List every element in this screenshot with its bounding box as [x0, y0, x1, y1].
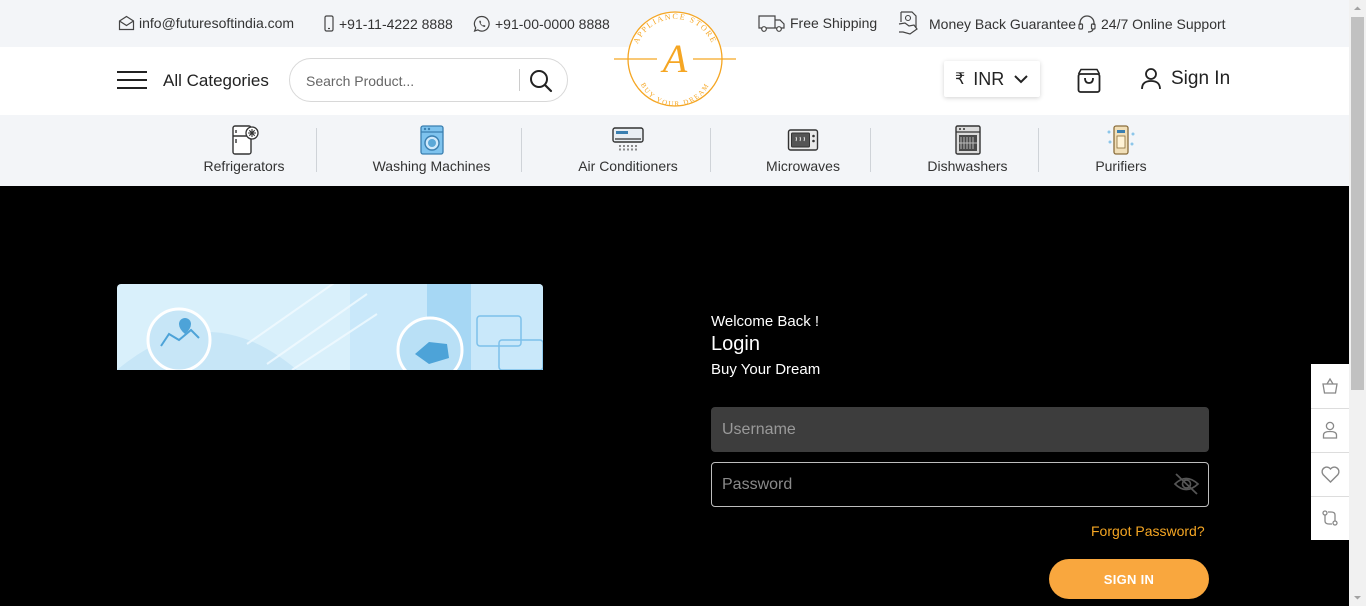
- money-back-info: Money Back Guarantee: [897, 10, 1076, 37]
- category-divider: [870, 128, 871, 172]
- whatsapp-icon: [473, 15, 490, 32]
- logo-emblem: A APPLIANCE STORE BUY YOUR DREAM: [614, 11, 736, 108]
- whatsapp-contact[interactable]: +91-00-0000 8888: [473, 15, 610, 33]
- support-info: 24/7 Online Support: [1077, 15, 1226, 33]
- welcome-text: Welcome Back !: [711, 313, 820, 330]
- dishwasher-icon: [954, 125, 981, 155]
- category-divider: [521, 128, 522, 172]
- username-field[interactable]: [711, 407, 1209, 452]
- compare-icon: [1322, 510, 1338, 526]
- category-label: Refrigerators: [203, 158, 285, 174]
- search-divider: [519, 69, 520, 91]
- search-input[interactable]: [304, 69, 508, 93]
- quick-actions-panel: [1311, 364, 1349, 540]
- category-label: Purifiers: [1095, 158, 1147, 174]
- user-icon: [1322, 421, 1338, 439]
- logo-letter: A: [660, 36, 688, 81]
- whatsapp-text: +91-00-0000 8888: [495, 16, 610, 32]
- login-tagline: Buy Your Dream: [711, 361, 821, 378]
- quick-compare-button[interactable]: [1311, 496, 1349, 540]
- sign-in-link[interactable]: Sign In: [1141, 68, 1230, 90]
- sign-in-button[interactable]: SIGN IN: [1049, 559, 1209, 599]
- mobile-phone-icon: [324, 15, 334, 32]
- headset-icon: [1078, 15, 1096, 33]
- quick-wishlist-button[interactable]: [1311, 452, 1349, 496]
- phone-contact[interactable]: +91-11-4222 8888: [323, 15, 453, 32]
- category-label: Dishwashers: [927, 158, 1008, 174]
- email-contact[interactable]: info@futuresoftindia.com: [118, 15, 294, 31]
- search-box: [289, 58, 568, 102]
- support-text: 24/7 Online Support: [1101, 16, 1226, 32]
- money-back-icon: [898, 11, 918, 35]
- shopping-bag-icon[interactable]: [1077, 68, 1101, 94]
- password-field[interactable]: [711, 462, 1209, 507]
- microwave-icon: [787, 129, 819, 151]
- category-divider: [1038, 128, 1039, 172]
- cart-icon: [1322, 377, 1338, 394]
- category-microwaves[interactable]: Microwaves: [765, 124, 841, 174]
- all-categories-link[interactable]: All Categories: [163, 71, 269, 91]
- sign-in-label: Sign In: [1171, 68, 1231, 89]
- eye-slash-icon[interactable]: [1173, 472, 1200, 496]
- category-bar: Refrigerators Washing Machines Air Condi…: [0, 115, 1349, 186]
- phone-text: +91-11-4222 8888: [339, 15, 453, 32]
- refrigerator-icon: [232, 125, 259, 155]
- category-divider: [316, 128, 317, 172]
- category-divider: [710, 128, 711, 172]
- scroll-up-arrow-icon[interactable]: [1349, 0, 1366, 17]
- category-air-conditioners[interactable]: Air Conditioners: [576, 124, 680, 174]
- scroll-down-arrow-icon[interactable]: [1349, 589, 1366, 606]
- scroll-thumb[interactable]: [1351, 17, 1364, 390]
- free-shipping-info: Free Shipping: [758, 13, 877, 33]
- quick-cart-button[interactable]: [1311, 364, 1349, 408]
- currency-selector[interactable]: ₹ INR: [944, 61, 1040, 97]
- air-conditioner-icon: [612, 127, 644, 152]
- search-icon[interactable]: [528, 68, 554, 94]
- category-label: Washing Machines: [372, 158, 491, 174]
- login-heading: Login: [711, 333, 760, 355]
- currency-code: INR: [973, 68, 1005, 89]
- category-dishwashers[interactable]: Dishwashers: [926, 124, 1009, 174]
- chevron-down-icon: [1014, 74, 1028, 83]
- purifier-icon: [1107, 125, 1135, 155]
- category-purifiers[interactable]: Purifiers: [1094, 124, 1148, 174]
- washing-machine-icon: [419, 125, 444, 155]
- currency-symbol: ₹: [955, 71, 966, 88]
- user-icon: [1141, 68, 1161, 90]
- page-scrollbar[interactable]: [1349, 0, 1366, 606]
- mail-icon: [118, 15, 135, 31]
- store-logo[interactable]: A APPLIANCE STORE BUY YOUR DREAM: [613, 10, 737, 108]
- category-washing-machines[interactable]: Washing Machines: [372, 124, 491, 174]
- quick-account-button[interactable]: [1311, 408, 1349, 452]
- login-illustration: [117, 284, 543, 370]
- email-text: info@futuresoftindia.com: [139, 15, 295, 31]
- menu-icon[interactable]: [117, 71, 147, 89]
- heart-icon: [1320, 465, 1340, 483]
- category-label: Air Conditioners: [578, 158, 678, 174]
- money-back-text: Money Back Guarantee: [929, 15, 1077, 32]
- category-label: Microwaves: [766, 158, 840, 174]
- forgot-password-link[interactable]: Forgot Password?: [1091, 523, 1205, 539]
- delivery-truck-icon: [758, 15, 785, 32]
- category-refrigerators[interactable]: Refrigerators: [201, 124, 287, 174]
- free-shipping-text: Free Shipping: [790, 15, 878, 31]
